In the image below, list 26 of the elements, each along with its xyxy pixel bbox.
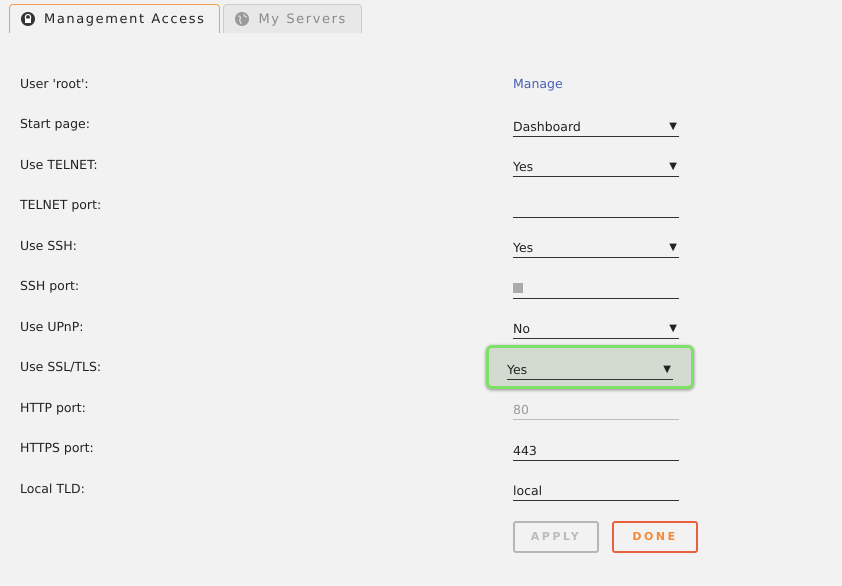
dropdown-arrow: ▼ [663, 364, 672, 375]
field-label: HTTPS port: [20, 440, 95, 456]
select-field[interactable]: No ▼ [513, 313, 679, 340]
dropdown-arrow: ▼ [669, 120, 678, 132]
dropdown-arrow: ▼ [669, 161, 678, 172]
dropdown-arrow: ▼ [669, 242, 678, 254]
field-label: TELNET port: [20, 197, 102, 212]
input-field[interactable]: local [513, 475, 679, 502]
field-label: Use UPnP: [20, 318, 84, 334]
lock-icon [21, 12, 35, 26]
field-label: Local TLD: [20, 480, 86, 496]
tab[interactable]: Management Access [9, 4, 220, 33]
select-field[interactable]: Yes ▼ [507, 354, 673, 380]
select-field[interactable]: Dashboard ▼ [513, 110, 679, 137]
field-label: HTTP port: [20, 400, 87, 415]
field-label: Use SSH: [20, 238, 78, 253]
select-field[interactable]: Yes ▼ [513, 232, 679, 258]
select-field[interactable]: Yes ▼ [513, 151, 679, 178]
input-field[interactable]: 443 [513, 434, 679, 461]
field-label: Use SSL/TLS: [20, 359, 102, 374]
field-label: User 'root': [20, 76, 90, 91]
field-label: Use TELNET: [20, 156, 99, 172]
field-label: SSH port: [20, 278, 80, 294]
manage-link[interactable]: Manage [513, 76, 679, 91]
dropdown-arrow: ▼ [669, 323, 678, 334]
field-label: Start page: [20, 116, 91, 132]
